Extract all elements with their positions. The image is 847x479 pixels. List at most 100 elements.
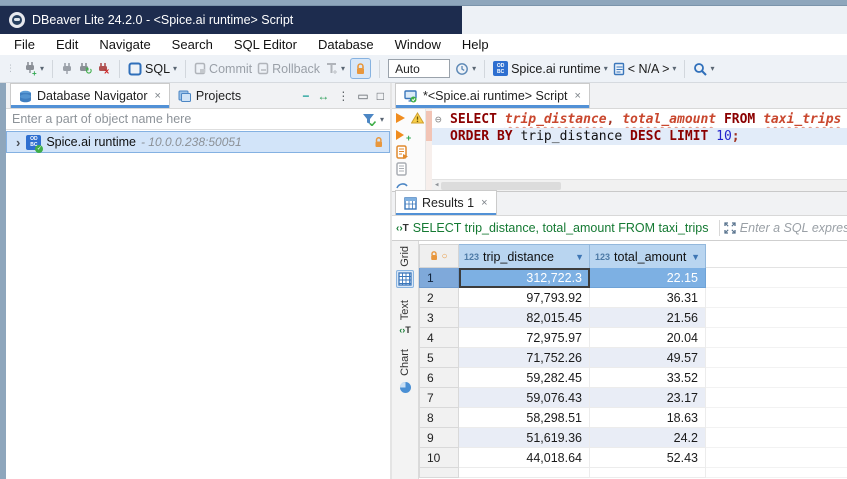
sort-arrow-icon[interactable]: ▼ — [575, 252, 584, 262]
autocommit-mode-combo[interactable]: Auto — [388, 59, 450, 78]
grid-corner-cell[interactable]: ○ — [419, 244, 459, 268]
cell-trip-distance[interactable]: 82,015.45 — [459, 308, 590, 328]
cell-total-amount[interactable]: 52.43 — [590, 448, 706, 468]
autocommit-lock-toggle[interactable] — [350, 58, 371, 79]
sql-code-area[interactable]: ⊖SELECT trip_distance, total_amount FROM… — [432, 109, 847, 191]
row-number[interactable]: 7 — [419, 388, 459, 408]
scrollbar-thumb[interactable] — [441, 182, 561, 190]
close-icon[interactable]: × — [481, 197, 487, 209]
tab-results-1[interactable]: Results 1 × — [395, 190, 497, 215]
cell-total-amount[interactable]: 49.57 — [590, 348, 706, 368]
row-number[interactable]: 2 — [419, 288, 459, 308]
menu-item-edit[interactable]: Edit — [56, 37, 78, 52]
transaction-log-button[interactable]: ▾ — [325, 62, 345, 75]
filter-expression-input[interactable]: Enter a SQL expression to — [740, 221, 847, 235]
cell-total-amount[interactable]: 24.2 — [590, 428, 706, 448]
cell-total-amount[interactable]: 18.63 — [590, 408, 706, 428]
row-number[interactable]: 6 — [419, 368, 459, 388]
row-number[interactable]: 4 — [419, 328, 459, 348]
search-button[interactable]: ▾ — [693, 62, 714, 76]
menu-item-search[interactable]: Search — [172, 37, 213, 52]
cell-total-amount[interactable]: 22.15 — [590, 268, 706, 288]
query-history-button[interactable]: ▾ — [455, 62, 476, 76]
toolbar-separator — [119, 60, 120, 78]
sql-line-2[interactable]: ⊖ORDER BY trip_distance DESC LIMIT 10; — [432, 128, 847, 145]
expand-chevron-icon[interactable]: › — [16, 135, 20, 150]
results-query-text: SELECT trip_distance, total_amount FROM … — [413, 221, 715, 235]
new-connection-button[interactable]: + ▾ — [23, 61, 44, 76]
cell-trip-distance[interactable]: 71,752.26 — [459, 348, 590, 368]
filter-funnel-icon[interactable] — [362, 113, 376, 126]
menu-item-help[interactable]: Help — [462, 37, 489, 52]
column-header-total_amount[interactable]: 123total_amount▼ — [590, 244, 706, 268]
close-icon[interactable]: × — [575, 90, 581, 102]
menu-item-navigate[interactable]: Navigate — [99, 37, 150, 52]
cell-total-amount[interactable]: 33.52 — [590, 368, 706, 388]
tab-database-navigator[interactable]: Database Navigator × — [10, 83, 170, 108]
view-tab-label: Chart — [399, 349, 411, 376]
chevron-down-icon[interactable]: ▾ — [380, 115, 384, 124]
menu-item-file[interactable]: File — [14, 37, 35, 52]
minimize-icon[interactable]: ▭ — [357, 89, 368, 103]
cell-total-amount[interactable]: 36.31 — [590, 288, 706, 308]
cell-total-amount[interactable]: 21.56 — [590, 308, 706, 328]
results-view-tab-chart[interactable]: Chart — [397, 349, 414, 396]
close-icon[interactable]: × — [154, 90, 160, 102]
expand-filter-icon[interactable] — [724, 222, 736, 234]
tab-projects[interactable]: Projects — [170, 83, 249, 108]
cell-trip-distance[interactable]: 312,722.3 — [459, 268, 590, 288]
cell-trip-distance[interactable]: 58,298.51 — [459, 408, 590, 428]
title-bar-inactive-area — [462, 6, 847, 34]
title-bar-active[interactable]: DBeaver Lite 24.2.0 - <Spice.ai runtime>… — [0, 6, 462, 34]
row-number[interactable]: 5 — [419, 348, 459, 368]
row-number[interactable]: 1 — [419, 268, 459, 288]
row-number[interactable]: 8 — [419, 408, 459, 428]
cell-total-amount[interactable]: 23.17 — [590, 388, 706, 408]
reconnect-button[interactable]: ↻ — [78, 62, 92, 75]
disconnect-button[interactable]: × — [97, 62, 111, 75]
view-menu-icon[interactable]: ⋮ — [337, 89, 349, 103]
maximize-icon[interactable]: □ — [377, 89, 384, 103]
results-view-rail: Grid Text‹›T Chart — [392, 241, 419, 479]
database-selector-label: < N/A > — [628, 62, 670, 76]
menu-item-sql-editor[interactable]: SQL Editor — [234, 37, 297, 52]
connection-row[interactable]: › ODBC Spice.ai runtime - 10.0.0.238:500… — [6, 131, 390, 153]
cell-trip-distance[interactable]: 51,619.36 — [459, 428, 590, 448]
execute-script-icon[interactable] — [396, 145, 409, 159]
chevron-down-icon: ▾ — [173, 64, 177, 73]
cell-trip-distance[interactable]: 44,018.64 — [459, 448, 590, 468]
connection-selector[interactable]: ODBC Spice.ai runtime ▾ — [493, 61, 608, 76]
cell-trip-distance[interactable]: 59,076.43 — [459, 388, 590, 408]
row-number[interactable]: 9 — [419, 428, 459, 448]
cell-trip-distance[interactable]: 97,793.92 — [459, 288, 590, 308]
results-view-tab-text[interactable]: Text‹›T — [397, 300, 413, 337]
execute-new-tab-button[interactable] — [396, 130, 404, 140]
cell-trip-distance[interactable]: 72,975.97 — [459, 328, 590, 348]
execute-statement-button[interactable] — [396, 113, 405, 123]
object-filter-input[interactable]: Enter a part of object name here — [12, 112, 191, 126]
sort-arrow-icon[interactable]: ▼ — [691, 252, 700, 262]
collapse-all-icon[interactable]: − — [302, 89, 309, 103]
export-result-icon[interactable] — [396, 182, 408, 189]
link-with-editor-icon[interactable]: ↔ — [317, 89, 329, 103]
row-number[interactable]: 3 — [419, 308, 459, 328]
fold-collapse-icon[interactable]: ⊖ — [435, 111, 450, 128]
explain-plan-icon[interactable] — [396, 162, 409, 176]
cell-total-amount[interactable]: 20.04 — [590, 328, 706, 348]
row-filler — [706, 428, 847, 448]
menu-item-window[interactable]: Window — [395, 37, 441, 52]
commit-button[interactable]: Commit — [194, 62, 252, 76]
sql-editor-button[interactable]: SQL ▾ — [128, 62, 177, 76]
menu-item-database[interactable]: Database — [318, 37, 374, 52]
sql-line-1[interactable]: ⊖SELECT trip_distance, total_amount FROM… — [432, 111, 847, 128]
results-view-tab-grid[interactable]: Grid — [396, 246, 414, 288]
chevron-down-icon: ▾ — [604, 64, 608, 73]
row-number[interactable]: 10 — [419, 448, 459, 468]
column-header-trip_distance[interactable]: 123trip_distance▼ — [459, 244, 590, 268]
tab-script[interactable]: *<Spice.ai runtime> Script × — [395, 83, 590, 108]
rollback-button[interactable]: Rollback — [257, 62, 320, 76]
database-selector[interactable]: < N/A > ▾ — [613, 62, 677, 76]
cell-trip-distance[interactable]: 59,282.45 — [459, 368, 590, 388]
scroll-left-icon[interactable]: ◂ — [434, 177, 439, 191]
connect-button[interactable] — [61, 62, 73, 75]
